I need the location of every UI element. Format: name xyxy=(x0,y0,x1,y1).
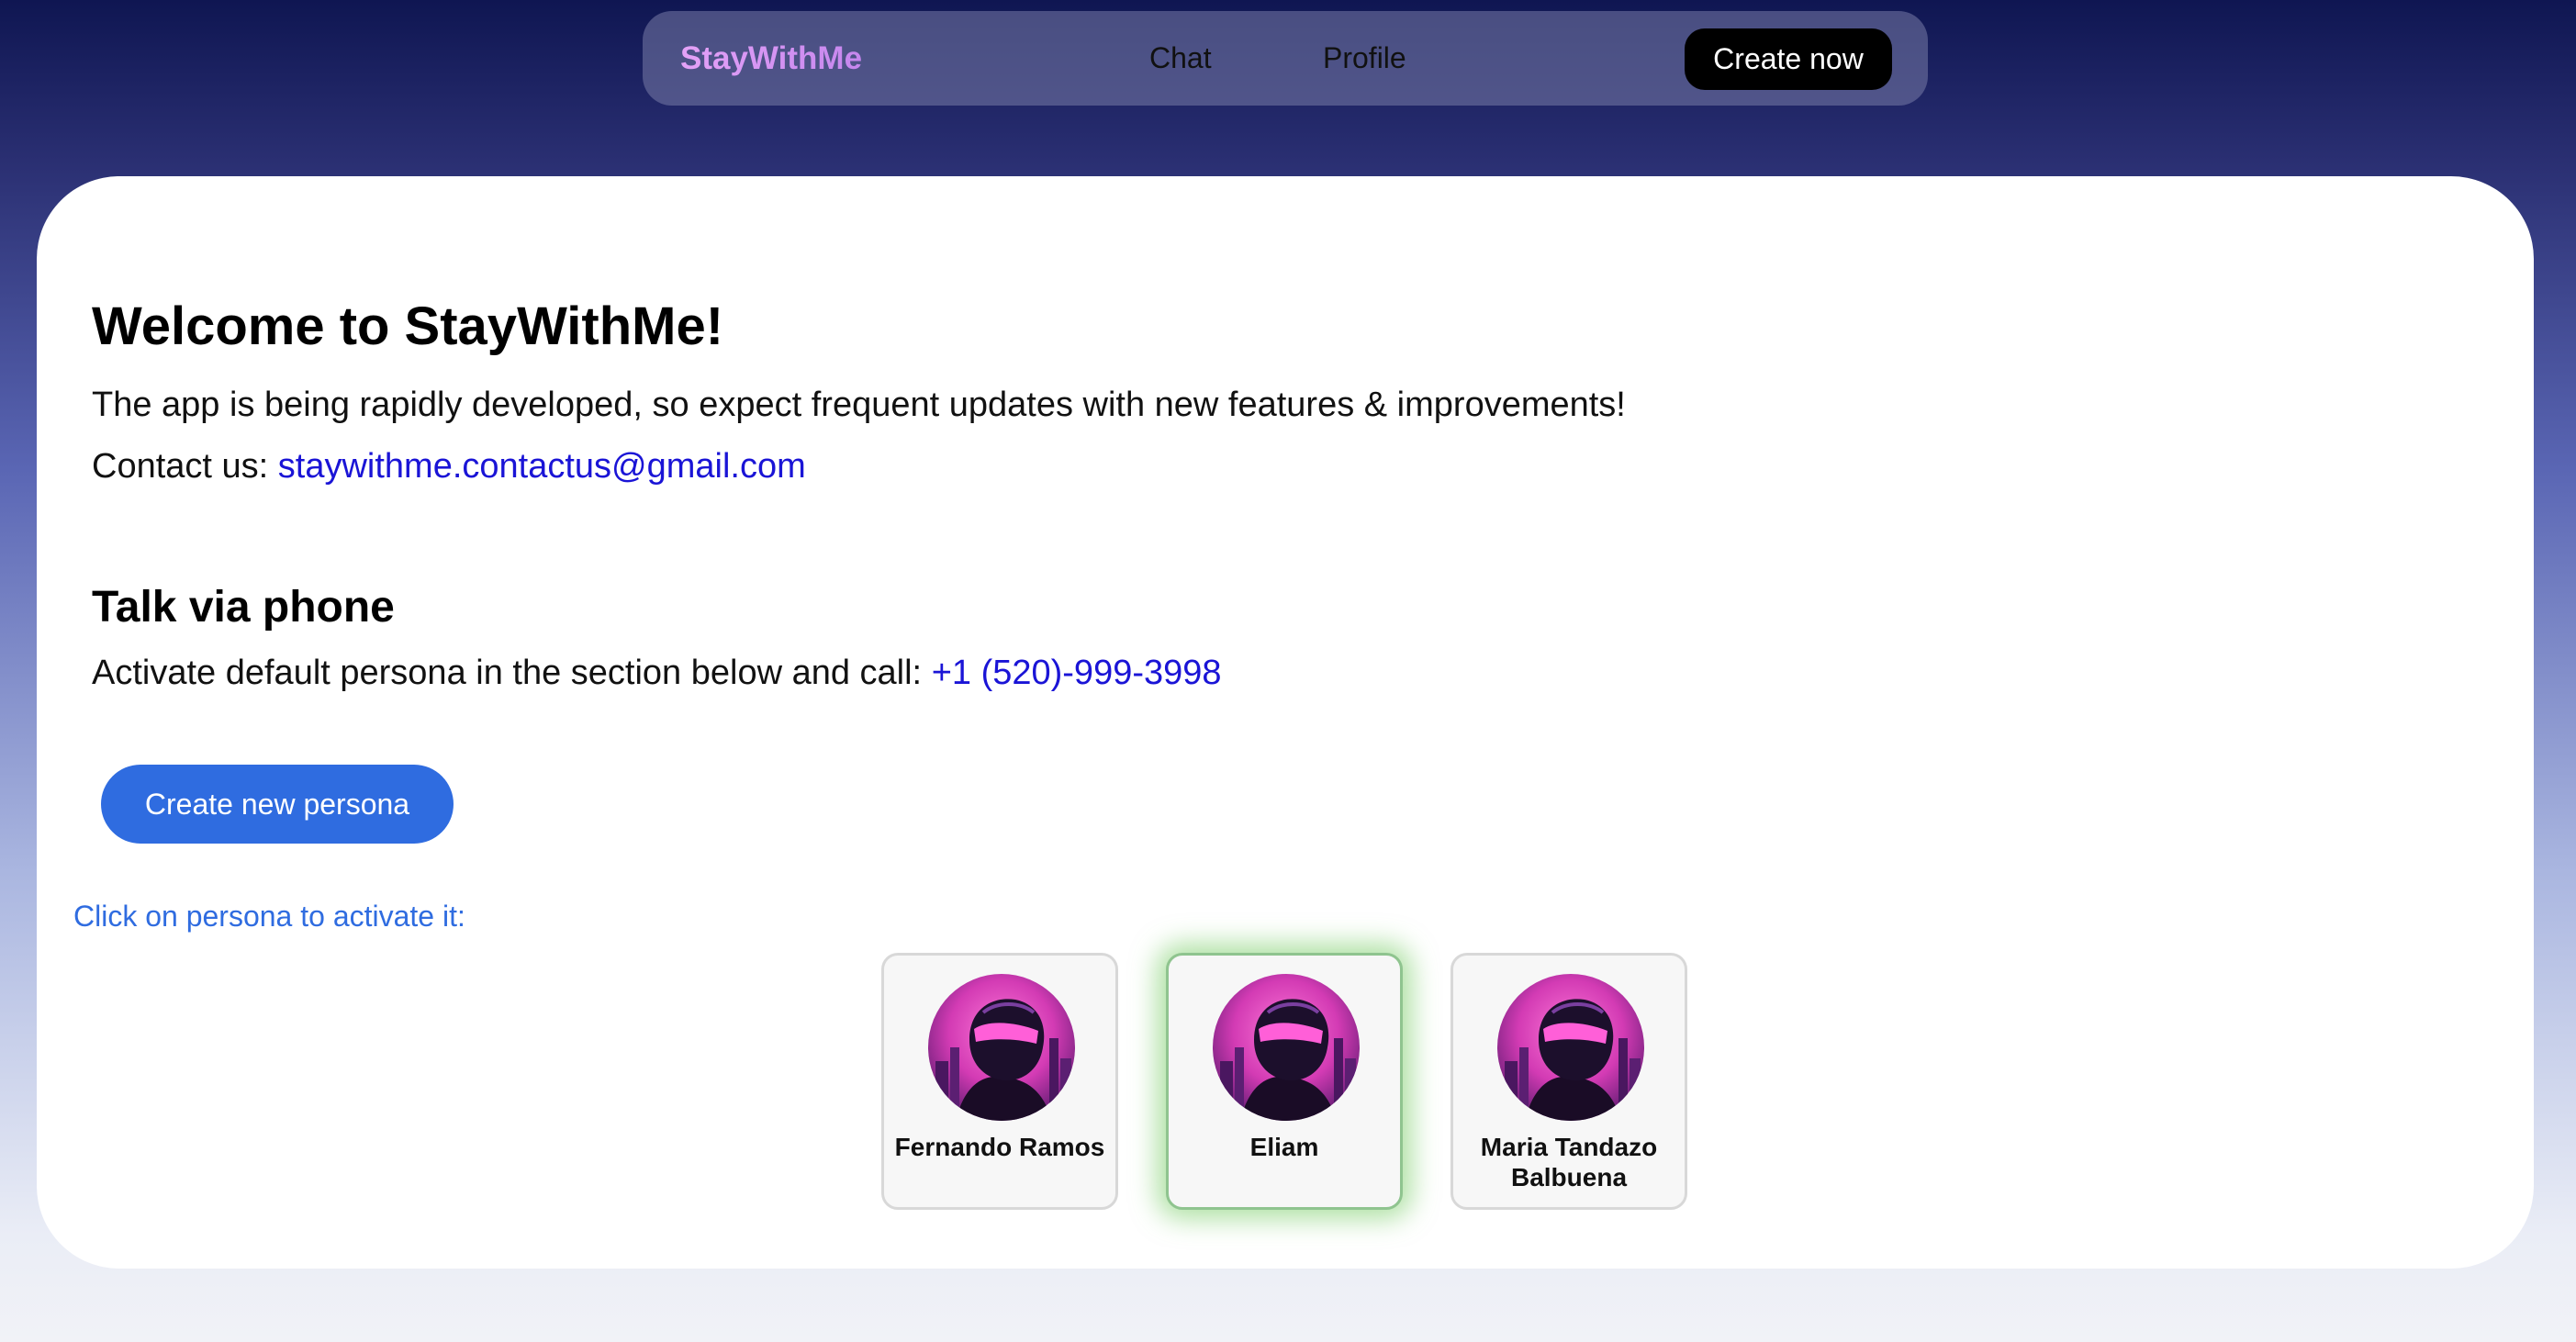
contact-email-link[interactable]: staywithme.contactus@gmail.com xyxy=(278,447,806,486)
cyberpunk-helmet-avatar-icon xyxy=(928,974,1075,1121)
phone-number-link[interactable]: +1 (520)-999-3998 xyxy=(932,654,1222,692)
phone-section-title: Talk via phone xyxy=(92,583,395,632)
persona-name: Fernando Ramos xyxy=(894,1133,1105,1161)
phone-section-text: Activate default persona in the section … xyxy=(92,654,1222,693)
persona-card-maria-tandazo-balbuena[interactable]: Maria Tandazo Balbuena xyxy=(1450,953,1687,1210)
create-new-persona-button[interactable]: Create new persona xyxy=(101,765,454,844)
persona-name: Maria Tandazo Balbuena xyxy=(1480,1133,1658,1191)
contact-line: Contact us: staywithme.contactus@gmail.c… xyxy=(92,447,806,486)
activate-persona-hint: Click on persona to activate it: xyxy=(73,900,465,933)
cyberpunk-helmet-avatar-icon xyxy=(1497,974,1644,1121)
persona-name: Eliam xyxy=(1249,1133,1319,1161)
main-card: Welcome to StayWithMe! The app is being … xyxy=(37,176,2534,1269)
persona-card-fernando-ramos[interactable]: Fernando Ramos xyxy=(881,953,1118,1210)
cyberpunk-helmet-avatar-icon xyxy=(1213,974,1360,1121)
contact-label: Contact us: xyxy=(92,447,269,486)
nav-link-chat[interactable]: Chat xyxy=(1149,11,1212,106)
phone-instructions: Activate default persona in the section … xyxy=(92,654,923,692)
create-now-button[interactable]: Create now xyxy=(1685,28,1892,90)
brand-logo[interactable]: StayWithMe xyxy=(680,11,862,106)
nav-link-profile[interactable]: Profile xyxy=(1323,11,1406,106)
persona-card-eliam[interactable]: Eliam xyxy=(1166,953,1403,1210)
intro-text: The app is being rapidly developed, so e… xyxy=(92,386,1626,424)
top-nav: StayWithMe Chat Profile Create now xyxy=(643,11,1928,106)
page-title: Welcome to StayWithMe! xyxy=(92,296,724,356)
